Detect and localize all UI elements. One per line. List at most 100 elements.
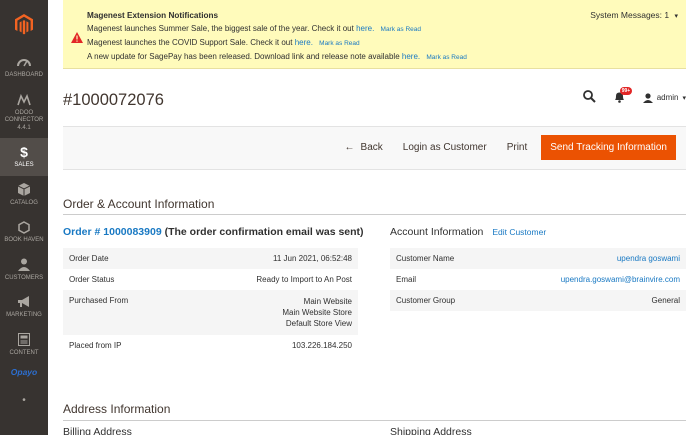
section-divider — [63, 420, 686, 421]
dollar-icon: $ — [20, 144, 28, 160]
table-row: Order Status Ready to Import to An Post — [63, 269, 358, 290]
customer-name-link[interactable]: upendra goswami — [617, 254, 680, 263]
sidebar-item-marketing[interactable]: MARKETING — [0, 288, 48, 326]
content-icon — [18, 333, 30, 347]
purchased-from-value: Main Website Main Website Store Default … — [180, 290, 358, 335]
notification-message: Magenest launches the COVID Support Sale… — [87, 36, 467, 50]
system-messages-label: System Messages: 1 — [590, 10, 670, 20]
search-icon[interactable] — [582, 90, 596, 105]
order-link[interactable]: Order # 1000083909 — [63, 226, 162, 238]
table-row: Email upendra.goswami@brainvire.com — [390, 269, 686, 290]
section-title-address: Address Information — [63, 402, 171, 416]
order-status-value: Ready to Import to An Post — [256, 275, 352, 284]
sidebar-item-book-haven[interactable]: BOOK HAVEN — [0, 213, 48, 251]
warning-icon — [71, 30, 83, 48]
customers-icon — [18, 258, 30, 272]
notification-title: Magenest Extension Notifications — [87, 11, 219, 20]
admin-username: admin — [656, 93, 679, 102]
order-info-table: Order Date 11 Jun 2021, 06:52:48 Order S… — [63, 248, 358, 356]
customer-group-value: General — [494, 290, 686, 311]
system-messages-dropdown[interactable]: System Messages: 1 ▾ — [590, 10, 678, 20]
notification-banner: Magenest Extension Notifications Magenes… — [63, 0, 686, 69]
mark-as-read-link[interactable]: Mark as Read — [319, 40, 359, 47]
sidebar-item-label: CONTENT — [9, 349, 39, 356]
section-title-order-account: Order & Account Information — [63, 197, 215, 211]
customer-email-link[interactable]: upendra.goswami@brainvire.com — [561, 275, 680, 284]
arrow-left-icon: ← — [344, 142, 355, 153]
sidebar-item-content[interactable]: CONTENT — [0, 326, 48, 364]
user-icon — [642, 92, 653, 103]
row-label: Order Status — [69, 275, 115, 284]
back-button-label: Back — [360, 142, 383, 153]
store-view-name: Default Store View — [285, 319, 352, 328]
account-info-table: Customer Name upendra goswami Email upen… — [390, 248, 686, 311]
sidebar-item-dashboard[interactable]: DASHBOARD — [0, 48, 48, 86]
notification-count-badge: 99+ — [619, 86, 633, 95]
edit-customer-link[interactable]: Edit Customer — [492, 227, 546, 237]
sidebar-item-catalog[interactable]: CATALOG — [0, 176, 48, 214]
sidebar-item-label: DASHBOARD — [4, 72, 43, 78]
cube-icon — [18, 183, 30, 197]
table-row: Customer Group General — [390, 290, 686, 311]
notification-text: Magenest launches the COVID Support Sale… — [87, 38, 293, 47]
placed-from-ip-value: 103.226.184.250 — [291, 341, 352, 350]
row-label: Email — [396, 275, 417, 284]
notification-message: A new update for SagePay has been releas… — [87, 50, 467, 64]
sidebar-item-label: MARKETING — [6, 312, 42, 318]
table-row: Placed from IP 103.226.184.250 — [63, 335, 358, 356]
megaphone-icon — [17, 295, 31, 309]
odoo-connector-icon — [17, 93, 31, 107]
header-actions: 99+ admin ▾ — [582, 86, 686, 105]
sidebar-item-label: ODOO CONNECTOR 4.4.1 — [4, 109, 44, 131]
sidebar-item-opayo[interactable]: Opayo — [0, 363, 48, 381]
order-email-note: (The order confirmation email was sent) — [164, 226, 364, 238]
website-name: Main Website — [303, 297, 352, 306]
sidebar-item-label: CATALOG — [10, 199, 38, 206]
order-date-value: 11 Jun 2021, 06:52:48 — [180, 248, 358, 269]
magento-logo-icon — [15, 13, 33, 34]
shipping-address-heading: Shipping Address — [390, 426, 472, 435]
notification-text: A new update for SagePay has been releas… — [87, 52, 400, 61]
sidebar-item-label: SALES — [14, 162, 34, 168]
magento-logo[interactable] — [0, 0, 48, 48]
row-label: Purchased From — [63, 290, 181, 335]
notifications-bell[interactable]: 99+ — [614, 86, 633, 105]
page-actions-bar: ← Back Login as Customer Print Send Track… — [63, 126, 686, 170]
admin-sidebar: DASHBOARD ODOO CONNECTOR 4.4.1 $ SALES C… — [0, 0, 48, 435]
sidebar-more-indicator[interactable]: • — [0, 395, 48, 406]
row-label: Customer Group — [390, 290, 495, 311]
row-label: Placed from IP — [69, 341, 122, 350]
hexagon-icon — [18, 220, 30, 234]
dashboard-icon — [17, 55, 31, 69]
section-divider — [63, 214, 686, 215]
table-row: Order Date 11 Jun 2021, 06:52:48 — [63, 248, 358, 269]
notification-here-link[interactable]: here. — [402, 52, 420, 61]
row-label: Customer Name — [390, 248, 495, 269]
table-row: Customer Name upendra goswami — [390, 248, 686, 269]
table-row: Purchased From Main Website Main Website… — [63, 290, 358, 335]
order-info-heading: Order # 1000083909 (The order confirmati… — [63, 226, 364, 238]
notification-here-link[interactable]: here. — [295, 38, 313, 47]
row-label: Order Date — [63, 248, 181, 269]
sidebar-item-label: BOOK HAVEN — [4, 237, 44, 243]
send-tracking-button[interactable]: Send Tracking Information — [541, 135, 676, 160]
sidebar-item-sales[interactable]: $ SALES — [0, 138, 48, 176]
print-button[interactable]: Print — [497, 136, 538, 159]
mark-as-read-link[interactable]: Mark as Read — [381, 26, 421, 33]
chevron-down-icon: ▾ — [682, 94, 686, 102]
sidebar-item-label: CUSTOMERS — [4, 274, 44, 281]
back-button[interactable]: ← Back — [335, 136, 393, 159]
sidebar-item-customers[interactable]: CUSTOMERS — [0, 251, 48, 289]
account-info-heading: Account Information Edit Customer — [390, 226, 546, 238]
admin-user-menu[interactable]: admin ▾ — [642, 92, 686, 103]
chevron-down-icon: ▾ — [674, 13, 678, 20]
mark-as-read-link[interactable]: Mark as Read — [426, 54, 466, 61]
notification-here-link[interactable]: here. — [356, 24, 374, 33]
store-name: Main Website Store — [282, 308, 352, 317]
notification-message: Magenest launches Summer Sale, the bigge… — [87, 22, 467, 36]
sidebar-item-odoo-connector[interactable]: ODOO CONNECTOR 4.4.1 — [0, 86, 48, 139]
notification-text: Magenest launches Summer Sale, the bigge… — [87, 24, 354, 33]
billing-address-heading: Billing Address — [63, 426, 132, 435]
account-info-title: Account Information — [390, 226, 484, 238]
login-as-customer-button[interactable]: Login as Customer — [393, 136, 497, 159]
